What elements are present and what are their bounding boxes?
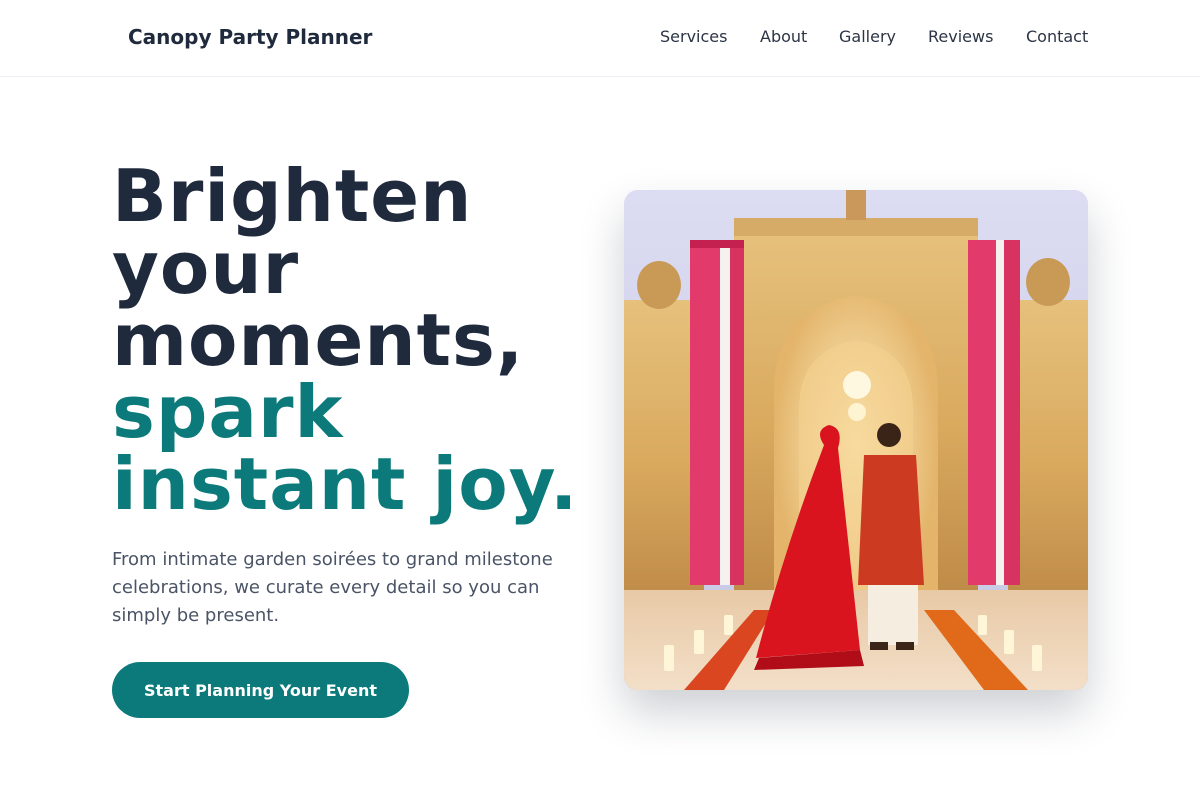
headline-line: your [112,226,300,310]
headline-line: moments, [112,298,525,382]
headline-line: Brighten [112,154,473,238]
hero-headline: Brighten your moments, spark instant joy… [112,160,612,520]
hero-wedding-image [624,190,1088,690]
nav-link-about[interactable]: About [760,27,807,46]
nav-link-gallery[interactable]: Gallery [839,27,896,46]
nav-link-contact[interactable]: Contact [1026,27,1088,46]
site-header: Canopy Party Planner Services About Gall… [0,0,1200,77]
start-planning-button[interactable]: Start Planning Your Event [112,662,409,718]
hero-subtext: From intimate garden soirées to grand mi… [112,549,553,626]
headline-accent-line: instant joy. [112,442,579,526]
main-nav: Services About Gallery Reviews Contact [0,27,1200,51]
nav-link-services[interactable]: Services [660,27,727,46]
headline-accent-line: spark [112,370,344,454]
nav-link-reviews[interactable]: Reviews [928,27,993,46]
